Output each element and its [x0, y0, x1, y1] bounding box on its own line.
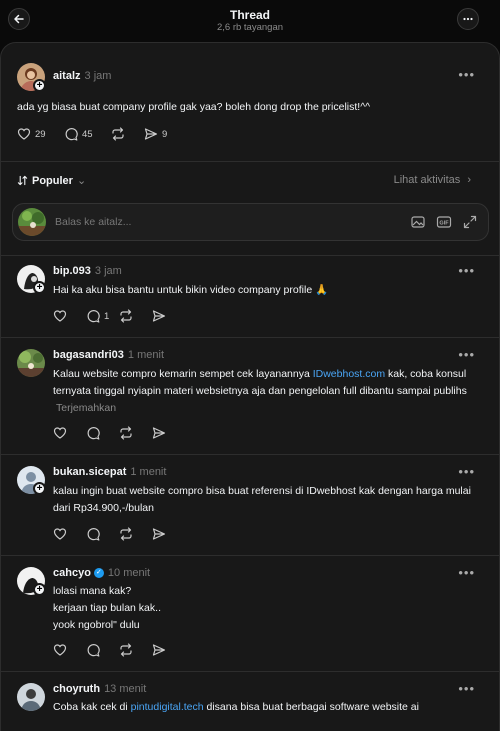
reply-more-icon[interactable]: •••	[458, 681, 475, 696]
chevron-right-icon: ›	[467, 174, 471, 186]
username[interactable]: bip.093	[53, 265, 91, 277]
divider	[1, 671, 499, 672]
follow-plus-icon[interactable]: +	[33, 281, 46, 294]
username[interactable]: aitalz	[53, 70, 81, 82]
share-button[interactable]	[152, 643, 185, 657]
svg-text:GIF: GIF	[439, 221, 449, 227]
avatar[interactable]	[17, 683, 45, 711]
repost-icon	[112, 127, 124, 141]
comment-icon	[87, 427, 100, 440]
repost-button[interactable]	[111, 127, 144, 141]
post-actions: 29 45 9	[17, 127, 177, 141]
reply-text: lolasi mana kak? kerjaan tiap bulan kak.…	[53, 585, 161, 631]
repost-button[interactable]	[119, 527, 152, 541]
username[interactable]: bukan.sicepat	[53, 466, 126, 478]
post-more-icon[interactable]: •••	[458, 67, 475, 82]
send-icon	[152, 427, 166, 439]
username[interactable]: bagasandri03	[53, 349, 124, 361]
reply-more-icon[interactable]: •••	[458, 263, 475, 278]
chevron-down-icon: ⌄	[76, 175, 87, 187]
share-button[interactable]	[152, 527, 185, 541]
follow-plus-icon[interactable]: +	[33, 482, 46, 495]
my-avatar	[18, 208, 46, 236]
repost-icon	[120, 643, 132, 657]
share-button[interactable]	[152, 426, 185, 440]
verified-badge-icon: ✓	[93, 568, 104, 579]
like-button[interactable]	[53, 426, 86, 440]
like-count: 29	[35, 128, 46, 140]
repost-icon	[120, 426, 132, 440]
repost-icon	[120, 527, 132, 541]
gif-icon[interactable]: GIF	[436, 214, 452, 230]
heart-icon	[53, 528, 67, 540]
divider	[1, 454, 499, 455]
link[interactable]: pintudigital.tech	[131, 701, 204, 713]
share-button[interactable]	[152, 309, 185, 323]
divider	[1, 555, 499, 556]
reply-input[interactable]: Balas ke aitalz...	[55, 216, 131, 228]
comment-icon	[87, 310, 100, 323]
repost-button[interactable]	[119, 426, 152, 440]
post-text: ada yg biasa buat company profile gak ya…	[17, 101, 371, 113]
send-icon	[144, 128, 158, 140]
avatar[interactable]	[17, 349, 45, 377]
reply-text: kalau ingin buat website compro bisa bua…	[53, 485, 471, 514]
comment-button[interactable]	[86, 426, 119, 440]
heart-icon	[53, 310, 67, 322]
reply-more-icon[interactable]: •••	[458, 464, 475, 479]
sort-icon	[17, 175, 28, 186]
like-button[interactable]	[53, 309, 86, 323]
like-button[interactable]	[53, 643, 86, 657]
comment-button[interactable]: 45	[64, 127, 111, 141]
more-icon	[463, 17, 473, 21]
view-activity-link[interactable]: Lihat aktivitas ›	[394, 174, 471, 186]
divider	[1, 161, 499, 162]
follow-plus-icon[interactable]: +	[33, 79, 46, 92]
reply-text: Coba kak cek di pintudigital.tech disana…	[53, 701, 419, 713]
send-icon	[152, 528, 166, 540]
repost-icon	[120, 309, 132, 323]
expand-icon[interactable]	[462, 214, 478, 230]
reply-more-icon[interactable]: •••	[458, 347, 475, 362]
thread-card: + aitalz 3 jam ••• ada yg biasa buat comp…	[0, 42, 500, 731]
sort-label: Populer	[32, 174, 73, 187]
comment-button[interactable]	[86, 527, 119, 541]
reply-text: Kalau website compro kemarin sempet cek …	[53, 368, 467, 414]
send-icon	[152, 310, 166, 322]
repost-button[interactable]	[119, 643, 152, 657]
reply-box[interactable]: Balas ke aitalz... GIF	[12, 203, 489, 241]
comment-button[interactable]	[86, 643, 119, 657]
heart-icon	[17, 128, 31, 140]
share-count: 9	[162, 128, 168, 140]
post-time: 3 jam	[84, 70, 112, 82]
like-button[interactable]: 29	[17, 127, 64, 141]
username[interactable]: cahcyo	[53, 567, 91, 579]
divider	[1, 337, 499, 338]
comment-button[interactable]: 1	[86, 309, 119, 323]
comment-count: 1	[104, 310, 110, 322]
comment-icon	[87, 528, 100, 541]
divider	[1, 255, 499, 256]
share-button[interactable]: 9	[144, 127, 177, 141]
send-icon	[152, 644, 166, 656]
like-button[interactable]	[53, 527, 86, 541]
image-icon[interactable]	[410, 214, 426, 230]
reply-more-icon[interactable]: •••	[458, 565, 475, 580]
comment-icon	[87, 644, 100, 657]
view-count: 2,6 rb tayangan	[216, 22, 284, 33]
heart-icon	[53, 427, 67, 439]
page-title: Thread	[229, 8, 270, 22]
follow-plus-icon[interactable]: +	[33, 583, 46, 596]
top-bar: Thread 2,6 rb tayangan	[0, 0, 500, 42]
sort-dropdown[interactable]: Populer ⌄	[17, 174, 86, 187]
repost-button[interactable]	[119, 309, 152, 323]
link[interactable]: IDwebhost.com	[313, 368, 385, 380]
comment-icon	[65, 128, 78, 141]
translate-link[interactable]: Terjemahkan	[56, 402, 116, 414]
reply-text: Hai ka aku bisa bantu untuk bikin video …	[53, 284, 329, 296]
heart-icon	[53, 644, 67, 656]
comment-count: 45	[82, 128, 93, 140]
username[interactable]: choyruth	[53, 683, 100, 695]
options-button[interactable]	[457, 8, 479, 30]
